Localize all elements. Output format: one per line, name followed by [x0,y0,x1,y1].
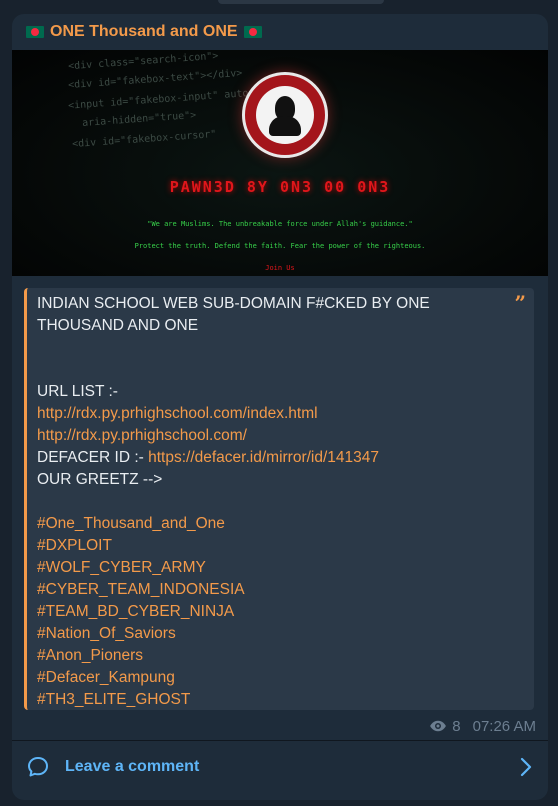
anonymous-mask-icon [256,86,314,144]
code-text: aria-hidden="true"> [81,110,197,129]
hashtag-link[interactable]: #DXPLOIT [37,535,524,557]
hashtag-link[interactable]: #TH3_ELITE_GHOST [37,689,524,711]
code-text: <div id="fakebox-text"></div> [67,67,243,92]
code-text: <div class="search-icon"> [67,50,219,73]
greetz-label: OUR GREETZ --> [37,471,163,488]
hashtag-link[interactable]: #Nation_Of_Saviors [37,623,524,645]
message-heading: INDIAN SCHOOL WEB SUB-DOMAIN F#CKED BY O… [37,295,430,334]
view-count: 8 [452,717,461,735]
image-join-text: Join Us [265,264,295,272]
leave-comment-button[interactable]: Leave a comment [12,741,548,793]
code-text: <div id="fakebox-cursor" [71,128,217,151]
hacker-group-logo [242,72,328,158]
previous-message-edge [218,0,384,4]
channel-post: ONE Thousand and ONE <div class="search-… [12,14,548,800]
url-link[interactable]: http://rdx.py.prhighschool.com/index.htm… [37,403,524,425]
eye-icon [430,720,447,732]
defacer-label: DEFACER ID :- [37,449,149,466]
hashtag-link[interactable]: #CYBER_TEAM_INDONESIA [37,579,524,601]
hashtag-link[interactable]: #One_Thousand_and_One [37,513,524,535]
hashtag-link[interactable]: #Defacer_Kampung [37,667,524,689]
channel-title[interactable]: ONE Thousand and ONE [50,23,238,41]
image-tagline: "We are Muslims. The unbreakable force u… [147,220,413,228]
chevron-right-icon [520,757,532,777]
code-text: <input id="fakebox-input" autoco [67,87,261,112]
image-motto: Protect the truth. Defend the faith. Fea… [134,242,426,250]
bangladesh-flag-icon [243,26,262,38]
leave-comment-label: Leave a comment [65,758,200,775]
hashtag-link[interactable]: #TEAM_BD_CYBER_NINJA [37,601,524,623]
image-headline: PAWN3D 8Y 0N3 00 0N3 [169,178,391,196]
hashtag-link[interactable]: #Anon_Pioners [37,645,524,667]
bangladesh-flag-icon [26,26,44,38]
hashtag-link[interactable]: #WOLF_CYBER_ARMY [37,557,524,579]
quoted-message: ” INDIAN SCHOOL WEB SUB-DOMAIN F#CKED BY… [24,288,534,710]
comment-bubble-icon [28,757,48,777]
message-time: 07:26 AM [472,717,536,735]
url-list-label: URL LIST :- [37,383,118,400]
defacer-link[interactable]: https://defacer.id/mirror/id/141347 [148,449,379,466]
message-meta: 8 07:26 AM [429,717,536,735]
quote-icon: ” [514,291,526,315]
defacer-line: DEFACER ID :- https://defacer.id/mirror/… [37,447,524,469]
url-link[interactable]: http://rdx.py.prhighschool.com/ [37,425,524,447]
channel-header[interactable]: ONE Thousand and ONE [12,14,548,50]
post-image[interactable]: <div class="search-icon"> <div id="fakeb… [12,50,548,276]
